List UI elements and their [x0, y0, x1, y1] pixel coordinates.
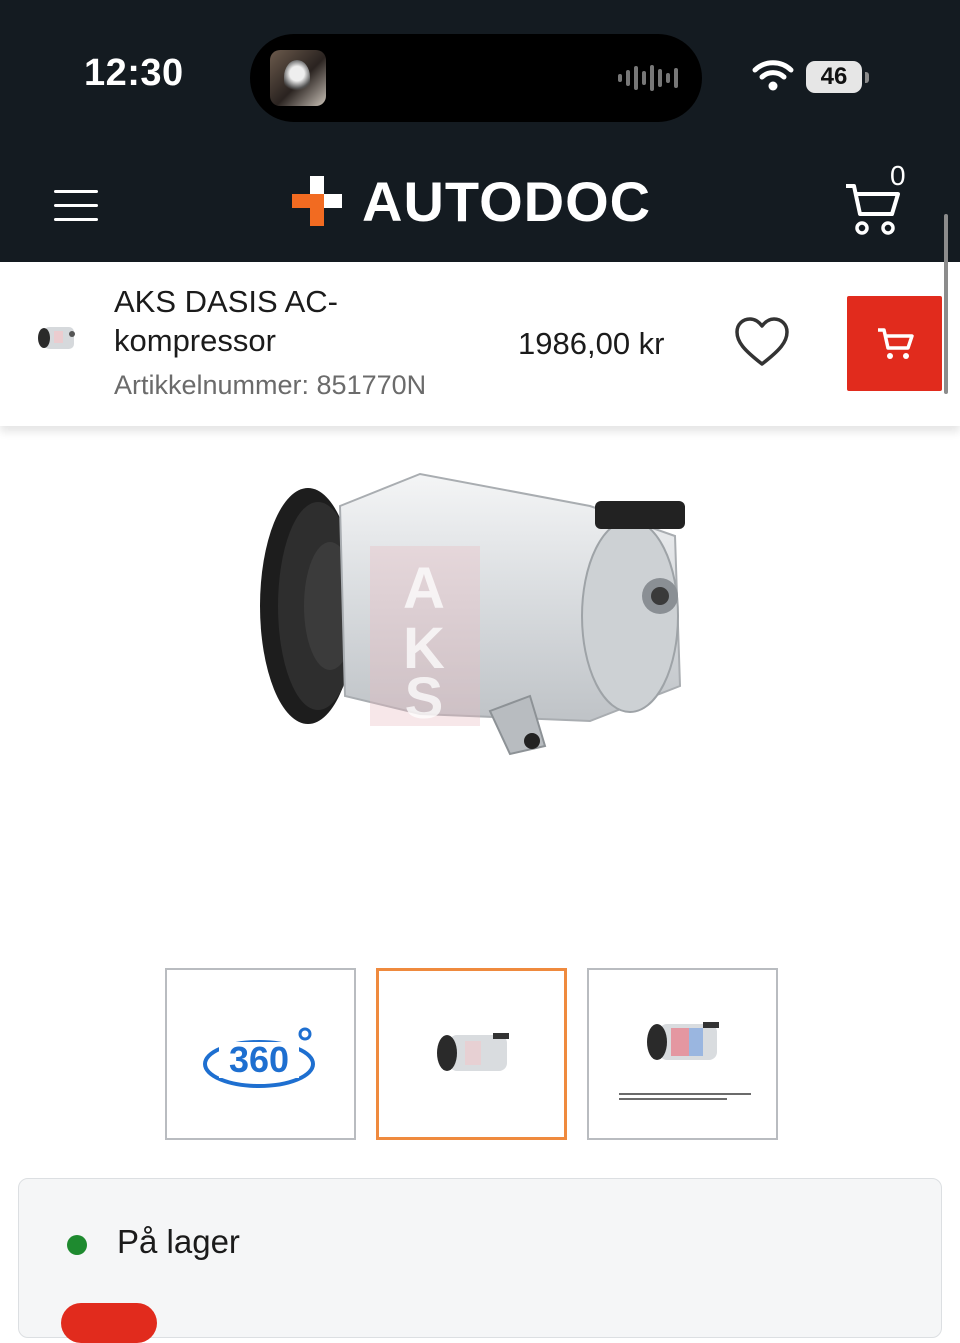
svg-text:360: 360 [229, 1039, 289, 1080]
status-time: 12:30 [84, 52, 184, 94]
thumbnail-caption-lines [619, 1093, 751, 1100]
now-playing-artwork [270, 50, 326, 106]
battery-icon: 46 [806, 61, 869, 93]
thumbnail-image-1[interactable] [376, 968, 567, 1140]
red-badge [61, 1303, 157, 1343]
product-thumbnail [38, 327, 75, 349]
hamburger-menu-icon[interactable] [54, 190, 98, 222]
in-stock-indicator-icon [67, 1235, 87, 1255]
product-sku: Artikkelnummer: 851770N [114, 370, 427, 400]
availability-card: På lager [18, 1178, 942, 1343]
logo-cross-icon [292, 176, 342, 226]
wishlist-heart-icon[interactable] [734, 316, 790, 368]
wifi-icon [752, 60, 794, 91]
cart-icon[interactable] [842, 176, 904, 238]
autodoc-logo[interactable]: AUTODOC [292, 170, 651, 233]
sticky-product-bar: AKS DASIS AC-kompressor Artikkelnummer: … [0, 262, 960, 426]
rotate-360-icon: 360 [203, 1027, 315, 1088]
logo-text: AUTODOC [362, 169, 652, 233]
watermark-s: S [405, 666, 444, 731]
add-to-cart-button[interactable] [847, 296, 942, 391]
scrollbar[interactable] [944, 214, 948, 394]
cart-add-icon [877, 327, 914, 359]
app-header: 12:30 46 AUTODOC 0 [0, 0, 960, 262]
product-title[interactable]: AKS DASIS AC-kompressor [114, 282, 394, 360]
dynamic-island[interactable] [250, 34, 702, 122]
thumbnail-360-view[interactable]: 360 [165, 968, 356, 1140]
watermark-a: A [403, 556, 445, 621]
product-price: 1986,00 kr [518, 326, 665, 361]
waveform-icon [618, 64, 678, 92]
thumbnail-image-2[interactable] [587, 968, 778, 1140]
thumbnail-strip: 360 [165, 968, 778, 1140]
compressor-thumbnail [647, 1022, 719, 1060]
compressor-thumbnail [437, 1033, 509, 1071]
availability-label: På lager [117, 1223, 240, 1260]
product-main-image[interactable]: A K S [250, 456, 700, 766]
